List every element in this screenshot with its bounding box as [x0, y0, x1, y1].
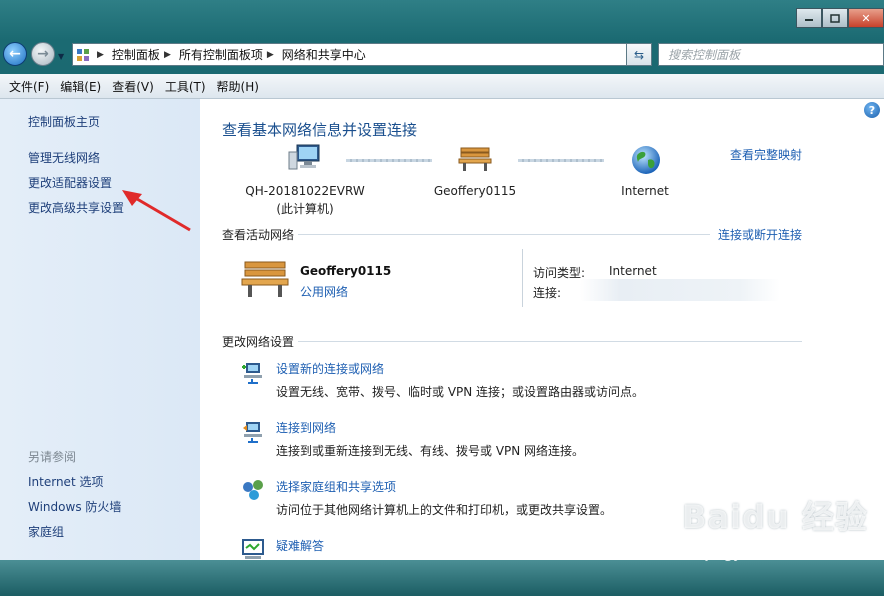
- menu-help[interactable]: 帮助(H): [212, 78, 265, 95]
- sidebar: 控制面板主页 管理无线网络 更改适配器设置 更改高级共享设置 另请参阅 Inte…: [0, 99, 200, 560]
- menu-edit[interactable]: 编辑(E): [55, 78, 107, 95]
- sidebar-windows-firewall[interactable]: Windows 防火墙: [28, 498, 121, 515]
- node-internet: Internet: [600, 184, 690, 198]
- breadcrumb-all-items[interactable]: 所有控制面板项: [179, 46, 263, 63]
- homegroup-link[interactable]: 选择家庭组和共享选项: [276, 478, 396, 495]
- network-type-link[interactable]: 公用网络: [300, 283, 348, 300]
- active-network-name: Geoffery0115: [300, 264, 392, 278]
- search-placeholder: 搜索控制面板: [668, 48, 741, 62]
- sidebar-change-adapter[interactable]: 更改适配器设置: [28, 174, 112, 191]
- breadcrumb-control-panel[interactable]: 控制面板: [112, 46, 160, 63]
- troubleshoot-icon: [242, 539, 264, 559]
- control-panel-icon: [73, 44, 93, 65]
- redacted-connection-value: [580, 279, 780, 301]
- close-icon: ✕: [861, 11, 871, 25]
- help-icon[interactable]: ?: [864, 102, 880, 118]
- sidebar-homegroup[interactable]: 家庭组: [28, 523, 64, 540]
- back-button[interactable]: ←: [3, 42, 27, 66]
- bench-icon: [458, 147, 492, 171]
- connect-network-desc: 连接到或重新连接到无线、有线、拨号或 VPN 网络连接。: [276, 444, 585, 458]
- forward-arrow-icon: →: [37, 46, 49, 62]
- menu-view[interactable]: 查看(V): [107, 78, 160, 95]
- watermark-url: jingyan.baidu.com: [705, 544, 845, 562]
- connect-disconnect-link[interactable]: 连接或断开连接: [718, 226, 802, 243]
- search-input[interactable]: 搜索控制面板: [658, 43, 884, 66]
- refresh-button[interactable]: ⇆: [626, 43, 652, 66]
- full-map-link[interactable]: 查看完整映射: [730, 146, 802, 163]
- node-internet-label: Internet: [621, 184, 669, 198]
- menu-tools[interactable]: 工具(T): [160, 78, 212, 95]
- address-bar[interactable]: ▶ 控制面板 ▶ 所有控制面板项 ▶ 网络和共享中心 ▼: [72, 43, 652, 66]
- breadcrumb-network-center[interactable]: 网络和共享中心: [282, 46, 366, 63]
- access-type-label: 访问类型:: [533, 266, 586, 280]
- new-connection-icon: [242, 363, 262, 384]
- connect-network-link[interactable]: 连接到网络: [276, 419, 336, 436]
- navigation-bar: ← → ▼ ▶ 控制面板 ▶ 所有控制面板项 ▶ 网络和共享中心 ▼ ⇆ 搜索控…: [0, 38, 884, 72]
- sidebar-internet-options[interactable]: Internet 选项: [28, 473, 103, 490]
- minimize-icon: [805, 19, 813, 21]
- vertical-divider: [522, 249, 523, 307]
- menu-file[interactable]: 文件(F): [4, 78, 55, 95]
- active-networks-heading: 查看活动网络: [222, 228, 295, 242]
- connection-label: 连接:: [533, 286, 562, 300]
- sidebar-advanced-sharing[interactable]: 更改高级共享设置: [28, 199, 124, 216]
- node-network-label: Geoffery0115: [433, 184, 517, 198]
- back-arrow-icon: ←: [9, 46, 21, 62]
- network-bench-icon: [241, 261, 289, 297]
- window-frame: ✕ ← → ▼ ▶ 控制面板 ▶ 所有控制面板项 ▶ 网络和共享中心 ▼: [0, 0, 884, 596]
- node-computer-label: QH-20181022EVRW: [245, 184, 365, 198]
- sidebar-control-panel-home[interactable]: 控制面板主页: [28, 113, 100, 130]
- watermark-logo: Baidu 经验: [682, 498, 868, 536]
- watermark: Baidu 经验 jingyan.baidu.com: [675, 492, 875, 582]
- page-title: 查看基本网络信息并设置连接: [222, 121, 418, 139]
- section-divider: [298, 341, 802, 342]
- title-bar: ✕: [0, 0, 884, 38]
- recent-pages-dropdown-icon[interactable]: ▼: [58, 52, 64, 61]
- connection-line: [518, 159, 604, 162]
- computer-icon: [288, 144, 320, 170]
- node-network: Geoffery0115: [420, 184, 530, 198]
- node-computer-sublabel: (此计算机): [276, 202, 334, 216]
- close-button[interactable]: ✕: [848, 8, 884, 28]
- see-also-heading: 另请参阅: [28, 450, 77, 464]
- maximize-button[interactable]: [822, 8, 848, 28]
- troubleshoot-link[interactable]: 疑难解答: [276, 537, 324, 554]
- setup-connection-link[interactable]: 设置新的连接或网络: [276, 360, 384, 377]
- node-computer: QH-20181022EVRW (此计算机): [240, 184, 370, 217]
- menu-bar: 文件(F) 编辑(E) 查看(V) 工具(T) 帮助(H): [0, 74, 884, 99]
- window-controls: ✕: [796, 8, 884, 30]
- access-type-value: Internet: [609, 264, 657, 278]
- connection-line: [346, 159, 432, 162]
- sidebar-manage-wireless[interactable]: 管理无线网络: [28, 149, 100, 166]
- maximize-icon: [830, 13, 840, 23]
- section-divider: [298, 234, 710, 235]
- homegroup-desc: 访问位于其他网络计算机上的文件和打印机，或更改共享设置。: [276, 503, 613, 517]
- setup-connection-desc: 设置无线、宽带、拨号、临时或 VPN 连接；或设置路由器或访问点。: [276, 385, 645, 399]
- breadcrumb-chevron-icon[interactable]: ▶: [267, 50, 274, 60]
- breadcrumb-chevron-icon[interactable]: ▶: [164, 50, 171, 60]
- change-settings-heading: 更改网络设置: [222, 335, 295, 349]
- forward-button[interactable]: →: [31, 42, 55, 66]
- main-content: ? 查看基本网络信息并设置连接 查看完整映射 QH-20181022EVRW (…: [200, 99, 884, 560]
- homegroup-icon: [243, 480, 263, 500]
- breadcrumb-chevron-icon[interactable]: ▶: [97, 50, 104, 60]
- minimize-button[interactable]: [796, 8, 822, 28]
- refresh-icon: ⇆: [633, 47, 645, 62]
- annotation-arrow: [122, 190, 191, 232]
- connect-network-icon: [243, 422, 262, 443]
- globe-icon: [632, 146, 660, 174]
